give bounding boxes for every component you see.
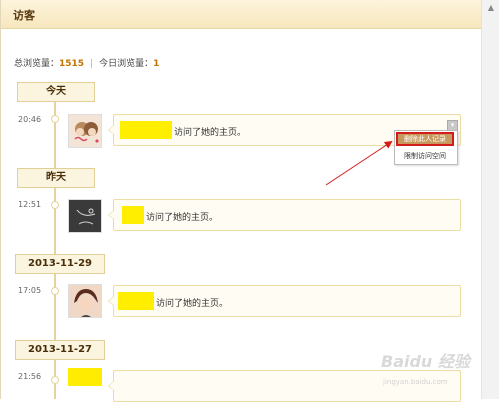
visitor-panel: 访客 ▲ 总浏览量：1515 | 今日浏览量：1 今天 20:46 访问了她的主页。… (0, 0, 499, 402)
annotation-arrow (325, 140, 393, 186)
watermark-url: jingyan.baidu.com (383, 378, 448, 386)
